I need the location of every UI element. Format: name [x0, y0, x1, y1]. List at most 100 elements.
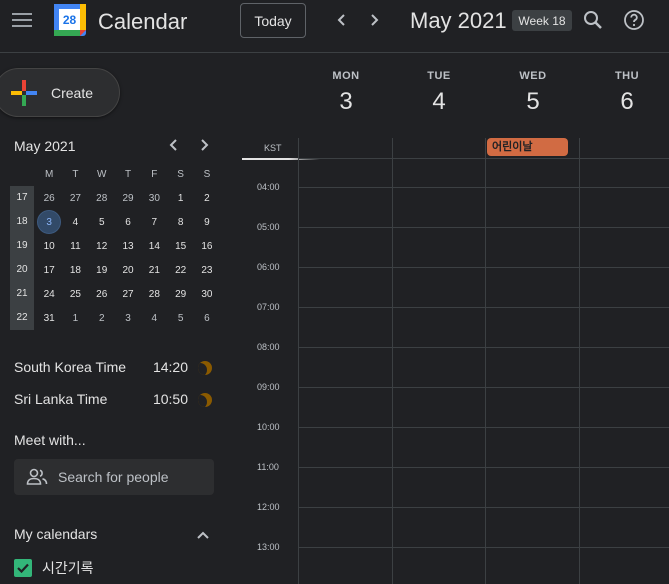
day-header-tue[interactable]: TUE 4 — [409, 70, 469, 116]
mini-calendar-day[interactable]: 28 — [89, 193, 115, 204]
mini-calendar-day[interactable]: 26 — [36, 193, 62, 204]
mini-calendar-day[interactable]: 25 — [62, 289, 88, 300]
mini-calendar-title: May 2021 — [14, 138, 76, 154]
help-button[interactable] — [622, 8, 646, 32]
mini-calendar-day[interactable]: 29 — [115, 193, 141, 204]
mini-calendar-day[interactable]: 13 — [115, 241, 141, 252]
hour-gridline — [298, 187, 669, 188]
mini-calendar-next-button[interactable] — [198, 138, 210, 157]
mini-calendar-day[interactable]: 27 — [115, 289, 141, 300]
next-period-button[interactable] — [364, 10, 384, 30]
search-people-box[interactable] — [14, 459, 214, 495]
mini-calendar-day[interactable]: 4 — [141, 313, 167, 324]
world-clock-item: Sri Lanka Time 10:50 — [14, 391, 212, 407]
mini-calendar-day[interactable]: 19 — [89, 265, 115, 276]
mini-calendar-day[interactable]: 30 — [141, 193, 167, 204]
previous-period-button[interactable] — [332, 10, 352, 30]
mini-calendar-day[interactable]: 24 — [36, 289, 62, 300]
mini-calendar-day[interactable]: 18 — [62, 265, 88, 276]
world-clock-time: 10:50 — [152, 391, 188, 407]
mini-calendar-day[interactable]: 4 — [62, 217, 88, 228]
mini-calendar-day[interactable]: 1 — [167, 193, 193, 204]
mini-calendar-day[interactable]: 30 — [194, 289, 220, 300]
day-header-thu[interactable]: THU 6 — [597, 70, 657, 116]
mini-calendar-day[interactable]: 21 — [141, 265, 167, 276]
hour-label: 13:00 — [257, 542, 280, 552]
calendar-name: 시간기록 — [42, 560, 94, 576]
mini-calendar-today-number: 3 — [37, 210, 62, 234]
week-number[interactable]: 19 — [10, 234, 34, 258]
mini-calendar-week: 18 3 4 5 6 7 8 9 — [10, 210, 220, 234]
mini-calendar-day[interactable]: 17 — [36, 265, 62, 276]
mini-calendar-day[interactable]: 27 — [62, 193, 88, 204]
mini-calendar-prev-button[interactable] — [168, 138, 180, 157]
mini-calendar-day[interactable]: 2 — [194, 193, 220, 204]
timezone-label: KST — [264, 143, 282, 153]
week-number[interactable]: 20 — [10, 258, 34, 282]
mini-calendar-day[interactable]: 9 — [194, 217, 220, 228]
all-day-event-chip[interactable]: 어린이날 — [487, 138, 568, 156]
mini-calendar-day[interactable]: 28 — [141, 289, 167, 300]
mini-calendar-day[interactable]: 26 — [89, 289, 115, 300]
world-clock-name: Sri Lanka Time — [14, 391, 108, 407]
hour-label: 09:00 — [257, 382, 280, 392]
mini-calendar-day[interactable]: 7 — [141, 217, 167, 228]
mini-calendar-day[interactable]: 1 — [62, 313, 88, 324]
mini-calendar-day[interactable]: 2 — [89, 313, 115, 324]
weekday-header: M — [44, 168, 54, 180]
create-button[interactable]: Create — [0, 68, 120, 117]
week-number[interactable]: 22 — [10, 306, 34, 330]
collapse-my-calendars-button[interactable] — [196, 528, 210, 542]
hour-label: 07:00 — [257, 302, 280, 312]
mini-calendar-day[interactable]: 20 — [115, 265, 141, 276]
mini-calendar-day[interactable]: 12 — [89, 241, 115, 252]
mini-calendar-day[interactable]: 23 — [194, 265, 220, 276]
chevron-right-icon — [201, 139, 209, 151]
calendar-logo-icon[interactable]: 28 — [54, 4, 86, 36]
weekday-header: S — [177, 168, 184, 180]
main-menu-icon[interactable] — [12, 13, 32, 29]
mini-calendar-day[interactable]: 14 — [141, 241, 167, 252]
calendar-list-item[interactable]: 시간기록 — [14, 558, 94, 578]
mini-calendar-day[interactable]: 22 — [167, 265, 193, 276]
hour-gridline — [298, 427, 669, 428]
app-title: Calendar — [98, 9, 188, 34]
day-header-wed[interactable]: WED 5 — [503, 70, 563, 116]
current-period-title: May 2021 — [410, 8, 507, 33]
hour-label: 05:00 — [257, 222, 280, 232]
mini-calendar-today[interactable]: 3 — [36, 210, 62, 234]
chevron-up-icon — [197, 531, 209, 539]
meet-with-title: Meet with... — [14, 432, 86, 448]
week-number[interactable]: 21 — [10, 282, 34, 306]
moon-icon — [198, 393, 212, 407]
week-number[interactable]: 18 — [10, 210, 34, 234]
mini-calendar-day[interactable]: 15 — [167, 241, 193, 252]
mini-calendar-day[interactable]: 11 — [62, 241, 88, 252]
mini-calendar-day[interactable]: 6 — [115, 217, 141, 228]
mini-calendar-day[interactable]: 6 — [194, 313, 220, 324]
mini-calendar-day[interactable]: 8 — [167, 217, 193, 228]
search-people-input[interactable] — [58, 469, 208, 485]
mini-calendar-day[interactable]: 31 — [36, 313, 62, 324]
mini-calendar-grid: M T W T F S S 17 26 27 28 29 30 1 2 18 3… — [10, 162, 220, 330]
mini-calendar-day[interactable]: 16 — [194, 241, 220, 252]
week-number[interactable]: 17 — [10, 186, 34, 210]
day-number: 3 — [339, 88, 353, 115]
checkmark-icon — [17, 563, 29, 574]
weekday-header: F — [151, 168, 158, 180]
today-button[interactable]: Today — [240, 3, 306, 38]
mini-calendar-day[interactable]: 10 — [36, 241, 62, 252]
weekday-header: S — [203, 168, 211, 180]
mini-calendar-day[interactable]: 5 — [89, 217, 115, 228]
mini-calendar-week: 22 31 1 2 3 4 5 6 — [10, 306, 220, 330]
day-header-mon[interactable]: MON 3 — [316, 70, 376, 116]
mini-calendar-day[interactable]: 29 — [167, 289, 193, 300]
mini-calendar-day[interactable]: 3 — [115, 313, 141, 324]
weekday-header: T — [72, 168, 79, 180]
calendar-checkbox[interactable] — [14, 559, 32, 577]
search-button[interactable] — [581, 8, 605, 32]
hour-gridline — [298, 387, 669, 388]
mini-calendar-day[interactable]: 5 — [167, 313, 193, 324]
create-label: Create — [51, 84, 94, 101]
weekday-header: T — [124, 168, 132, 180]
